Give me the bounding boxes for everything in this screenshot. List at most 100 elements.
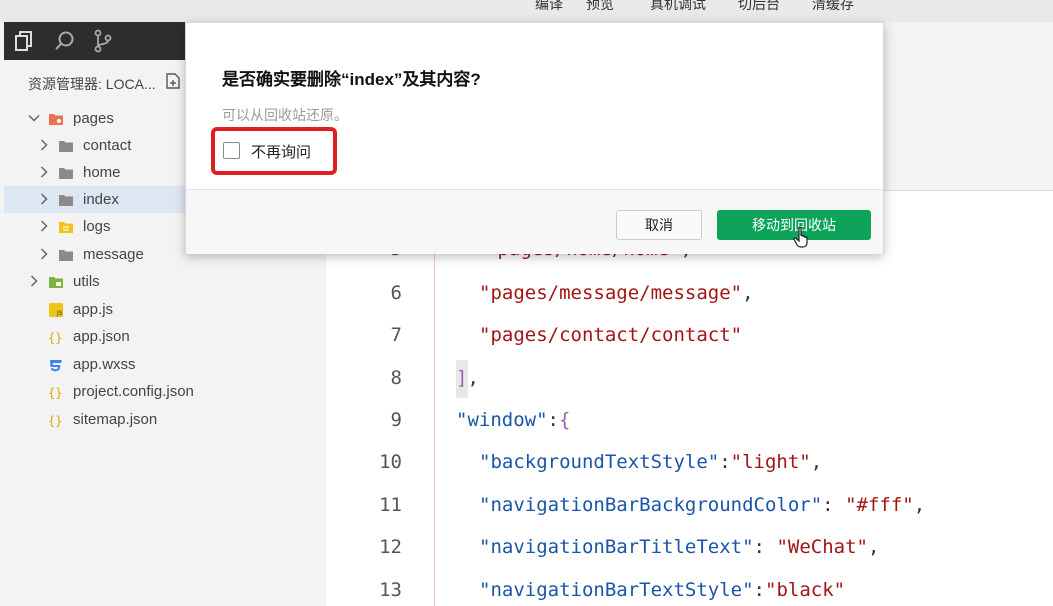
folder-icon <box>59 141 73 152</box>
folder-open-icon <box>49 114 63 125</box>
chevron-right-icon <box>30 275 38 287</box>
code-token: "navigationBarTextStyle" <box>479 579 754 601</box>
code-token: "light" <box>730 451 811 473</box>
code-line[interactable]: "navigationBarBackgroundColor": "#fff", <box>479 494 925 516</box>
tree-item-label: project.config.json <box>73 383 194 400</box>
code-token: { <box>558 409 571 431</box>
css-file-icon <box>50 360 62 372</box>
tree-item-label: utils <box>73 273 100 290</box>
code-token: "pages/message/message" <box>479 282 743 304</box>
tree-item-pages[interactable]: pages <box>4 105 210 132</box>
tree-item-app-json[interactable]: {} app.json <box>4 323 210 350</box>
new-file-icon[interactable] <box>164 72 182 90</box>
indent-guide <box>434 230 435 606</box>
code-line[interactable]: "backgroundTextStyle":"light", <box>479 451 822 473</box>
code-line[interactable]: ], <box>456 367 479 389</box>
chevron-down-icon <box>28 114 40 122</box>
tree-item-contact[interactable]: contact <box>4 132 210 159</box>
chevron-right-icon <box>40 166 48 178</box>
tree-item-label: pages <box>73 110 114 127</box>
line-number: 12 <box>379 536 402 558</box>
tree-item-label: message <box>83 246 144 263</box>
utils-folder-icon <box>49 277 63 288</box>
chevron-right-icon <box>40 193 48 205</box>
svg-text:{}: {} <box>48 414 62 428</box>
folder-icon <box>59 195 73 206</box>
tree-item-project-config-json[interactable]: {} project.config.json <box>4 378 210 405</box>
tree-item-label: app.json <box>73 328 130 345</box>
hand-pointer-icon <box>793 226 808 248</box>
code-token: "pages/contact/contact" <box>479 324 743 346</box>
explorer-header: 资源管理器: LOCA... <box>28 76 156 92</box>
line-number: 6 <box>390 282 402 304</box>
line-number: 8 <box>390 367 402 389</box>
tree-item-app-wxss[interactable]: app.wxss <box>4 351 210 378</box>
svg-text:{}: {} <box>48 331 62 345</box>
code-line[interactable]: "pages/contact/contact" <box>479 324 742 346</box>
code-token: : <box>753 536 777 558</box>
tree-item-index[interactable]: index <box>4 186 210 213</box>
code-token: "WeChat" <box>776 536 868 558</box>
code-token: "navigationBarTitleText" <box>479 536 754 558</box>
folder-icon <box>59 168 73 179</box>
code-token: : <box>822 494 846 516</box>
toolbar-compile[interactable]: 编译 <box>535 0 563 14</box>
dont-ask-again-label[interactable]: 不再询问 <box>251 141 311 162</box>
code-line[interactable]: "window":{ <box>456 409 570 431</box>
toolbar-remote-debug[interactable]: 真机调试 <box>650 0 706 14</box>
tree-item-app-js[interactable]: JS app.js <box>4 296 210 323</box>
chevron-right-icon <box>40 139 48 151</box>
toolbar-switch-background[interactable]: 切后台 <box>738 0 780 14</box>
tree-item-label: logs <box>83 218 111 235</box>
line-number: 11 <box>379 494 402 516</box>
code-line[interactable]: "navigationBarTitleText": "WeChat", <box>479 536 879 558</box>
tree-item-label: contact <box>83 137 132 154</box>
tree-item-utils[interactable]: utils <box>4 268 210 295</box>
tree-item-sitemap-json[interactable]: {} sitemap.json <box>4 406 210 433</box>
code-token: : <box>547 409 559 431</box>
delete-confirm-dialog: 是否确实要删除“index”及其内容? 可以从回收站还原。 不再询问 取消 移动… <box>185 22 884 254</box>
line-number: 13 <box>379 579 402 601</box>
code-token: , <box>913 494 926 516</box>
code-token: "black" <box>765 579 846 601</box>
code-token: : <box>753 579 765 601</box>
code-line[interactable]: "navigationBarTextStyle":"black" <box>479 579 845 601</box>
code-token: , <box>810 451 823 473</box>
dont-ask-again-checkbox[interactable] <box>223 142 240 159</box>
explorer-sidebar: 资源管理器: LOCA... pages contact home index … <box>4 60 210 606</box>
explorer-icon[interactable] <box>12 28 38 54</box>
top-toolbar: 编译 预览 真机调试 切后台 清缓存 <box>0 0 1053 22</box>
code-token: "backgroundTextStyle" <box>479 451 720 473</box>
json-file-icon: {} <box>48 386 62 400</box>
toolbar-preview[interactable]: 预览 <box>586 0 614 14</box>
code-token: "navigationBarBackgroundColor" <box>479 494 823 516</box>
dialog-footer: 取消 移动到回收站 <box>186 189 883 254</box>
code-token: : <box>719 451 731 473</box>
svg-text:JS: JS <box>56 310 63 317</box>
tree-item-home[interactable]: home <box>4 159 210 186</box>
line-number: 9 <box>390 409 402 431</box>
tree-item-label: index <box>83 191 119 208</box>
json-file-icon: {} <box>48 414 62 428</box>
chevron-right-icon <box>40 220 48 232</box>
tree-item-label: app.wxss <box>73 356 136 373</box>
logs-folder-icon <box>59 222 73 233</box>
toolbar-clear-cache[interactable]: 清缓存 <box>812 0 854 14</box>
code-token: , <box>867 536 880 558</box>
code-token: , <box>467 367 479 389</box>
search-icon[interactable] <box>52 28 78 54</box>
tree-item-label: sitemap.json <box>73 411 158 428</box>
dialog-title: 是否确实要删除“index”及其内容? <box>222 70 481 89</box>
folder-icon <box>59 250 73 261</box>
code-line[interactable]: "pages/message/message", <box>479 282 754 304</box>
tree-item-label: home <box>83 164 121 181</box>
code-token: "#fff" <box>845 494 914 516</box>
tree-item-logs[interactable]: logs <box>4 213 210 240</box>
tree-item-message[interactable]: message <box>4 241 210 268</box>
js-file-icon: JS <box>49 303 63 317</box>
code-token: "window" <box>456 409 548 431</box>
source-control-icon[interactable] <box>90 28 116 54</box>
line-number: 7 <box>390 324 402 346</box>
code-token: ] <box>456 367 468 389</box>
cancel-button[interactable]: 取消 <box>616 210 702 240</box>
